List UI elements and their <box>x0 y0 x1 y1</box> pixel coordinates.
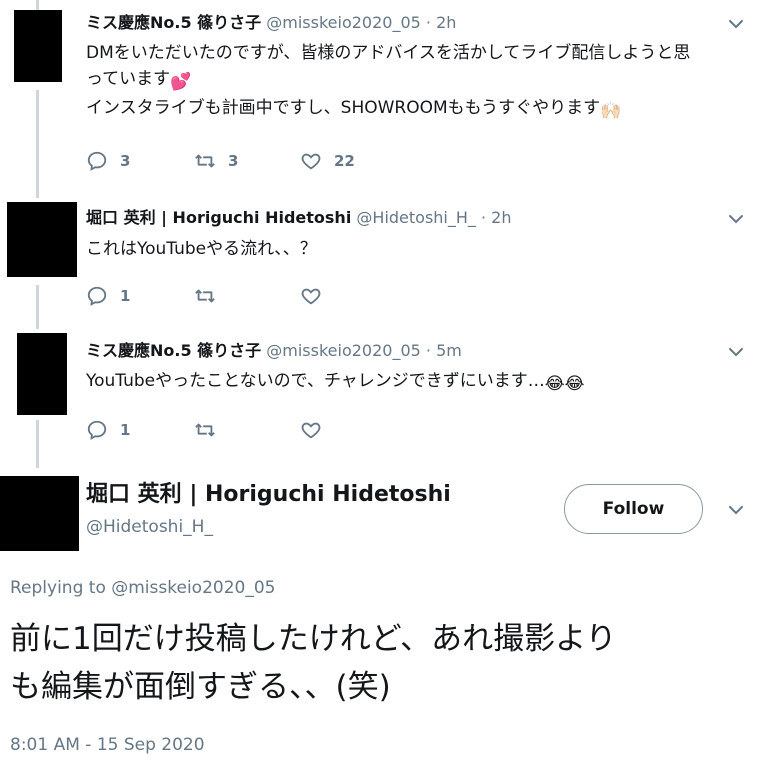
retweet-icon <box>195 423 215 437</box>
avatar[interactable] <box>14 10 62 82</box>
raised-hands-emoji: 🙌🏻 <box>600 101 622 121</box>
replying-to: Replying to @misskeio2020_05 <box>10 576 275 600</box>
main-tweet-line: 前に1回だけ投稿したけれど、あれ撮影より <box>10 621 617 657</box>
thread-line <box>36 285 39 329</box>
follow-button[interactable]: Follow <box>564 484 703 534</box>
user-name[interactable]: ミス慶應No.5 篠りさ子 <box>86 341 261 360</box>
tweet-actions: 3 3 22 <box>86 149 506 173</box>
heart-emoji: 💕 <box>170 72 192 92</box>
like-button[interactable] <box>300 418 334 442</box>
tweet-line: っています💕 <box>86 66 746 95</box>
reply-icon <box>87 420 107 440</box>
heart-icon <box>301 288 321 305</box>
tweet-actions: 1 <box>86 418 506 442</box>
main-user-handle[interactable]: @Hidetoshi_H_ <box>86 515 213 539</box>
replying-handle[interactable]: @misskeio2020_05 <box>111 578 275 598</box>
avatar[interactable] <box>17 333 67 415</box>
reply-count: 1 <box>120 287 131 305</box>
avatar[interactable] <box>0 476 79 551</box>
heart-icon <box>301 153 321 170</box>
like-count: 22 <box>334 152 355 170</box>
reply-button[interactable]: 1 <box>86 284 130 308</box>
retweet-button[interactable] <box>194 284 228 308</box>
chevron-down-icon[interactable] <box>726 342 746 362</box>
tweet-timestamp[interactable]: 8:01 AM - 15 Sep 2020 <box>10 733 205 757</box>
reply-count: 3 <box>120 152 131 170</box>
reply-button[interactable]: 1 <box>86 418 130 442</box>
user-name[interactable]: 堀口 英利 | Horiguchi Hidetoshi <box>86 208 351 227</box>
tweet-text: DMをいただいたのですが、皆様のアドバイスを活かしてライブ配信しようと思 ってい… <box>86 40 746 124</box>
main-user-name[interactable]: 堀口 英利 | Horiguchi Hidetoshi <box>86 480 451 510</box>
tweet-text: YouTubeやったことないので、チャレンジできずにいます…😂😂 <box>86 368 746 397</box>
retweet-button[interactable]: 3 <box>194 149 238 173</box>
user-handle[interactable]: @misskeio2020_05 <box>266 341 421 360</box>
thread-line <box>36 420 39 468</box>
tweet-line: インスタライブも計画中ですし、SHOWROOMももうすぐやります🙌🏻 <box>86 95 746 124</box>
reply-icon <box>87 151 107 171</box>
tweet-time[interactable]: · 5m <box>426 341 462 360</box>
main-tweet-line: も編集が面倒すぎる、、(笑) <box>10 669 391 705</box>
like-button[interactable] <box>300 284 334 308</box>
user-handle[interactable]: @misskeio2020_05 <box>266 13 421 32</box>
reply-count: 1 <box>120 421 131 439</box>
tweet-time[interactable]: · 2h <box>426 13 457 32</box>
tweet-header: ミス慶應No.5 篠りさ子 @misskeio2020_05 · 2h <box>86 12 456 34</box>
like-button[interactable]: 22 <box>300 149 355 173</box>
reply-icon <box>87 286 107 306</box>
tweet-time[interactable]: · 2h <box>481 208 512 227</box>
user-handle[interactable]: @Hidetoshi_H_ <box>356 208 476 227</box>
retweet-button[interactable] <box>194 418 228 442</box>
heart-icon <box>301 422 321 439</box>
chevron-down-icon[interactable] <box>726 500 746 520</box>
replying-label: Replying to <box>10 578 106 598</box>
tweet-text: これはYouTubeやる流れ、、？ <box>86 239 317 259</box>
chevron-down-icon[interactable] <box>726 209 746 229</box>
thread-line <box>36 90 39 198</box>
retweet-icon <box>195 154 215 168</box>
tweet-header: ミス慶應No.5 篠りさ子 @misskeio2020_05 · 5m <box>86 340 462 362</box>
user-name[interactable]: ミス慶應No.5 篠りさ子 <box>86 13 261 32</box>
avatar[interactable] <box>7 202 77 277</box>
chevron-down-icon[interactable] <box>726 14 746 34</box>
tweet-header: 堀口 英利 | Horiguchi Hidetoshi @Hidetoshi_H… <box>86 207 512 229</box>
tweet-line: DMをいただいたのですが、皆様のアドバイスを活かしてライブ配信しようと思 <box>86 43 691 63</box>
main-tweet-text: 前に1回だけ投稿したけれど、あれ撮影より も編集が面倒すぎる、、(笑) <box>10 615 750 711</box>
reply-button[interactable]: 3 <box>86 149 130 173</box>
tweet-actions: 1 <box>86 284 506 308</box>
retweet-icon <box>195 289 215 303</box>
laughing-emoji: 😂😂 <box>544 374 585 394</box>
retweet-count: 3 <box>228 152 239 170</box>
